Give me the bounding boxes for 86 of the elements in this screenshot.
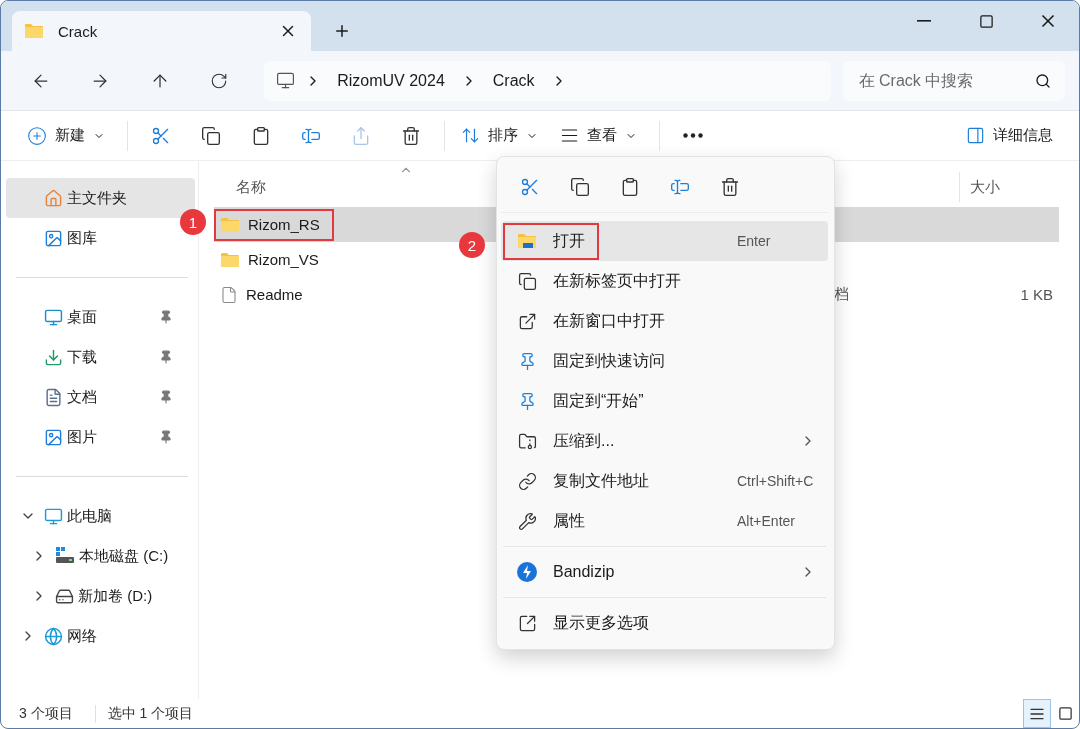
sort-button[interactable]: 排序 (453, 117, 546, 154)
sidebar-item[interactable]: 主文件夹 (6, 178, 195, 218)
file-name[interactable]: Rizom_RS (214, 208, 334, 241)
column-header[interactable]: 大小 (959, 172, 1000, 202)
maximize-icon (978, 13, 994, 29)
delete-icon (720, 176, 740, 197)
step-badge: 1 (180, 209, 206, 235)
sidebar-item[interactable]: 新加卷 (D:) (6, 576, 173, 616)
copy-icon (570, 176, 590, 197)
folder-icon (24, 23, 44, 39)
cut-icon (520, 176, 540, 197)
shortcut-text: Alt+Enter (737, 513, 795, 529)
drive-icon (55, 586, 74, 606)
download-icon (44, 347, 63, 367)
new-tab-button[interactable] (333, 22, 351, 40)
new-button[interactable]: 新建 (19, 117, 113, 154)
paste-icon (620, 176, 640, 197)
archive-folder-icon (517, 431, 537, 451)
menu-item[interactable]: 固定到“开始” (501, 381, 828, 421)
search-icon (1034, 72, 1051, 89)
file-icon (220, 285, 238, 304)
panel-icon (966, 126, 985, 145)
menu-item[interactable]: 在新窗口中打开 (501, 301, 828, 341)
network-icon (44, 626, 63, 646)
column-header[interactable]: 名称 (214, 177, 266, 197)
folder-icon (517, 233, 537, 249)
step-badge: 2 (459, 232, 485, 258)
cut-icon (151, 125, 171, 146)
share-icon (351, 125, 371, 146)
gallery-icon (44, 228, 63, 248)
sidebar-item[interactable]: 此电脑 (6, 496, 173, 536)
new-window-icon (517, 311, 537, 331)
sidebar-item[interactable]: 图库 (6, 218, 173, 258)
pictures-icon (44, 427, 63, 447)
drive-icon (55, 547, 75, 565)
selection-count: 选中 1 个项目 (107, 704, 195, 723)
tab-title: Crack (58, 22, 99, 40)
item-count: 3 个项目 (19, 704, 74, 723)
sidebar-item[interactable]: 图片 (6, 417, 173, 457)
address-bar[interactable]: RizomUV 2024 Crack (264, 60, 831, 101)
sidebar-item[interactable]: 下载 (6, 337, 173, 377)
computer-icon (44, 506, 63, 526)
wrench-icon (517, 511, 537, 531)
folder-icon (220, 251, 240, 268)
sidebar-item[interactable]: 桌面 (6, 297, 173, 337)
copy-icon (201, 125, 221, 146)
details-button[interactable]: 详细信息 (958, 117, 1061, 154)
home-icon (44, 188, 63, 208)
sort-icon (461, 126, 480, 145)
tab[interactable]: Crack (12, 11, 311, 51)
paste-icon (251, 125, 271, 146)
folder-icon (220, 216, 240, 233)
menu-item[interactable]: 属性 Alt+Enter (501, 501, 828, 541)
shortcut-text: Enter (737, 233, 771, 249)
menu-item[interactable]: 固定到快速访问 (501, 341, 828, 381)
desktop-icon (44, 307, 63, 327)
file-name[interactable]: Readme (214, 278, 317, 311)
search-field[interactable]: 在 Crack 中搜索 (842, 60, 1065, 101)
file-name[interactable]: Rizom_VS (214, 243, 333, 276)
computer-icon (276, 71, 296, 90)
minimize-icon (917, 20, 931, 22)
plus-circle-icon (27, 125, 47, 146)
document-icon (44, 387, 63, 407)
refresh-icon (210, 71, 229, 90)
breadcrumb[interactable]: RizomUV 2024 (331, 71, 451, 90)
menu-item[interactable]: 打开 Enter (501, 221, 828, 261)
menu-item[interactable]: 显示更多选项 (501, 603, 828, 643)
square-icon (1057, 706, 1073, 721)
lines-icon (560, 126, 579, 145)
sidebar-item[interactable]: 本地磁盘 (C:) (6, 536, 173, 576)
menu-item[interactable]: 压缩到... (501, 421, 828, 461)
plus-icon (333, 22, 351, 40)
view-button[interactable]: 查看 (552, 117, 645, 154)
delete-icon (401, 125, 421, 146)
menu-item[interactable]: 在新标签页中打开 (501, 261, 828, 301)
table-cell: 1 KB (1020, 286, 1053, 303)
sidebar-item[interactable]: 文档 (6, 377, 173, 417)
details-view-button[interactable] (1023, 699, 1051, 728)
sidebar-item[interactable]: 网络 (6, 616, 173, 656)
menu-item[interactable]: Bandizip (501, 552, 828, 592)
lightning-icon (517, 562, 537, 582)
table-cell: 档 (834, 285, 849, 304)
breadcrumb[interactable]: Crack (486, 71, 541, 90)
more-icon (683, 133, 703, 138)
menu-item[interactable]: 复制文件地址 Ctrl+Shift+C (501, 461, 828, 501)
shortcut-text: Ctrl+Shift+C (737, 473, 814, 489)
